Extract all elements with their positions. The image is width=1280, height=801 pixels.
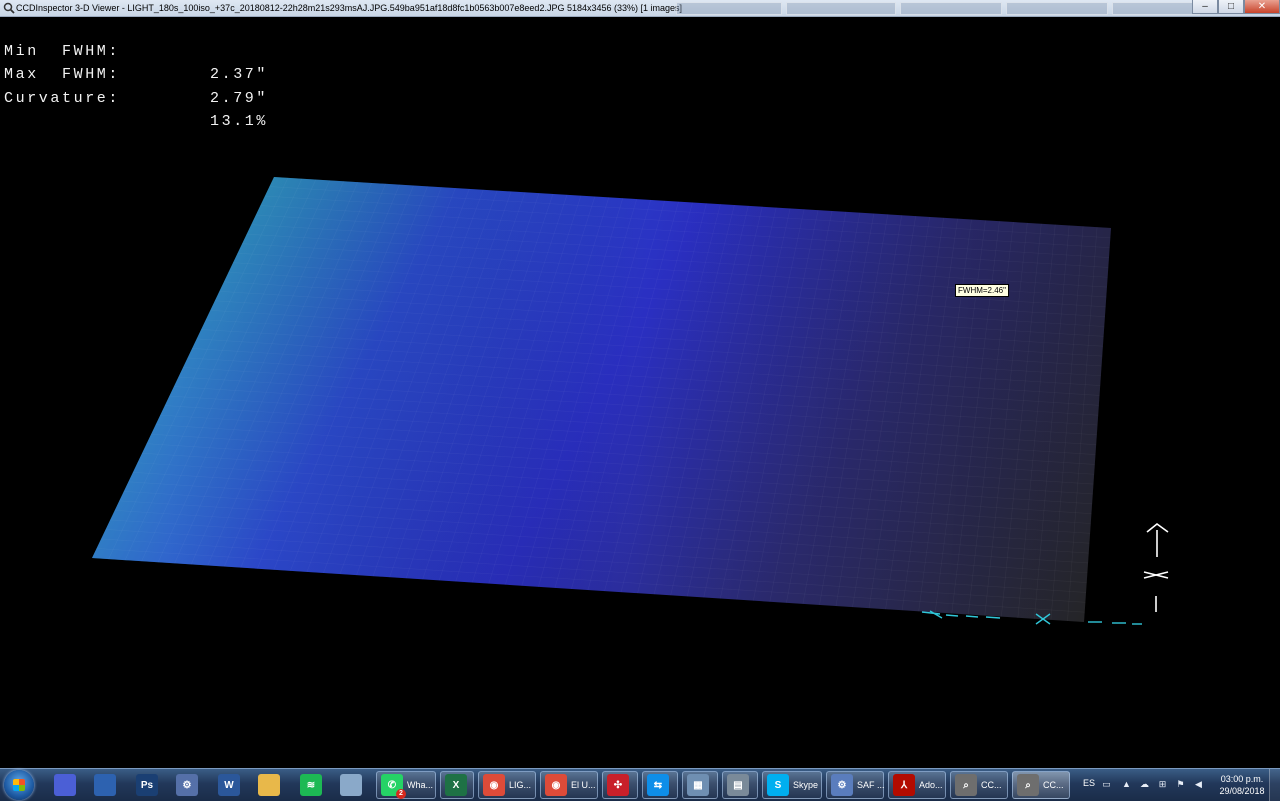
max-fwhm-value: 2.79" (210, 89, 269, 107)
settings-gear-icon: ⚙ (176, 774, 198, 796)
taskbar-pinned-virtualbox[interactable] (48, 771, 82, 799)
curvature-value: 13.1% (210, 113, 269, 130)
taskbar-window-ccdinspector[interactable]: ⌕ CC... (950, 771, 1008, 799)
taskbar-window-sap-gear[interactable]: ⚙ SAF ... (826, 771, 885, 799)
taskbar-window-label: Wha... (407, 780, 434, 790)
fwhm-tooltip: FWHM=2.46" (955, 284, 1009, 297)
network-icon[interactable]: ⊞ (1158, 780, 1167, 789)
show-hidden-icons-icon[interactable]: ▲ (1122, 780, 1131, 789)
taskbar-pinned-spotify[interactable]: ≋ (294, 771, 328, 799)
word-icon: W (218, 774, 240, 796)
clock-time: 03:00 p.m. (1220, 774, 1264, 784)
taskbar-window-red-app[interactable]: ✣ (602, 771, 638, 799)
taskbar-pinned-folder[interactable] (252, 771, 286, 799)
ccdinspector-icon: ⌕ (955, 774, 977, 796)
min-fwhm-row: Min FWHM: 2.37" (4, 16, 265, 84)
whatsapp-icon: ✆ 2 (381, 774, 406, 799)
taskbar-window-skype[interactable]: S Skype (762, 771, 822, 799)
skype-icon: S (767, 774, 789, 796)
taskbar-window-remote-desktop[interactable]: ▦ (682, 771, 718, 799)
virtualbox-icon (54, 774, 76, 796)
taskbar-window-ccdinspector[interactable]: ⌕ CC... (1012, 771, 1070, 799)
taskbar-window-whatsapp[interactable]: ✆ 2 Wha... (376, 771, 436, 799)
teamviewer-icon: ⇆ (647, 774, 669, 796)
language-indicator[interactable]: ES (1083, 778, 1095, 788)
taskbar-window-label: Skype (793, 780, 819, 790)
show-desktop-button[interactable] (1269, 769, 1280, 801)
photoshop-icon: Ps (136, 774, 158, 796)
taskbar-window-label: Ado... (919, 780, 943, 790)
max-fwhm-row: Max FWHM: 2.79" (4, 40, 265, 107)
taskbar-window-adobe[interactable]: ⅄ Ado... (888, 771, 946, 799)
taskbar-window-chrome[interactable]: ◉ El U... (540, 771, 598, 799)
folder-icon (258, 774, 280, 796)
system-tray: ES ▭ ▲ ☁ ⊞ ⚑ ◀ 03:00 p.m. 29/08/2018 (1078, 769, 1280, 801)
excel-icon: X (445, 774, 467, 796)
clock-date: 29/08/2018 (1219, 786, 1265, 796)
red-app-icon: ✣ (607, 774, 629, 796)
taskbar-pinned-photoshop[interactable]: Ps (130, 771, 164, 799)
taskbar-pinned-notepad[interactable] (334, 771, 368, 799)
fwhm-stats: Min FWHM: 2.37" Max FWHM: 2.79" Curvatur… (4, 16, 265, 131)
chrome-icon: ◉ (545, 774, 567, 796)
volume-icon[interactable]: ◀ (1194, 780, 1203, 789)
fwhm-3d-surface-plot[interactable] (0, 0, 1280, 768)
remote-desktop-icon: ▦ (687, 774, 709, 796)
taskbar-pinned-settings-gear[interactable]: ⚙ (170, 771, 204, 799)
onedrive-cloud-icon[interactable]: ☁ (1140, 780, 1149, 789)
chrome-icon: ◉ (483, 774, 505, 796)
taskbar-window-calculator[interactable]: ▤ (722, 771, 758, 799)
axis-gizmo (1143, 522, 1169, 612)
calculator-icon: ▤ (727, 774, 749, 796)
taskbar-window-teamviewer[interactable]: ⇆ (642, 771, 678, 799)
sap-gear-icon: ⚙ (831, 774, 853, 796)
taskbar-window-excel[interactable]: X (440, 771, 474, 799)
taskbar-window-label: CC... (1043, 780, 1064, 790)
taskbar-pinned-word[interactable]: W (212, 771, 246, 799)
start-button[interactable] (4, 770, 34, 800)
spotify-icon: ≋ (300, 774, 322, 796)
curvature-row: Curvature: 13.1% (4, 63, 265, 131)
taskbar-window-label: CC... (981, 780, 1002, 790)
taskbar-window-label: SAF ... (857, 780, 885, 790)
notepad-icon (340, 774, 362, 796)
curvature-label: Curvature: (4, 89, 121, 107)
network-admin-icon (94, 774, 116, 796)
taskbar-window-chrome[interactable]: ◉ LIG... (478, 771, 536, 799)
adobe-icon: ⅄ (893, 774, 915, 796)
taskbar: ES ▭ ▲ ☁ ⊞ ⚑ ◀ 03:00 p.m. 29/08/2018 Ps ⚙… (0, 768, 1280, 801)
notification-badge: 2 (396, 789, 406, 799)
taskbar-window-label: LIG... (509, 780, 532, 790)
clock[interactable]: 03:00 p.m. 29/08/2018 (1212, 773, 1272, 797)
taskbar-window-label: El U... (571, 780, 596, 790)
taskbar-pinned-network-admin[interactable] (88, 771, 122, 799)
action-center-flag-icon[interactable]: ⚑ (1176, 780, 1185, 789)
keyboard-icon[interactable]: ▭ (1102, 780, 1111, 789)
min-fwhm-value: 2.37" (210, 66, 269, 83)
ccdinspector-icon: ⌕ (1017, 774, 1039, 796)
